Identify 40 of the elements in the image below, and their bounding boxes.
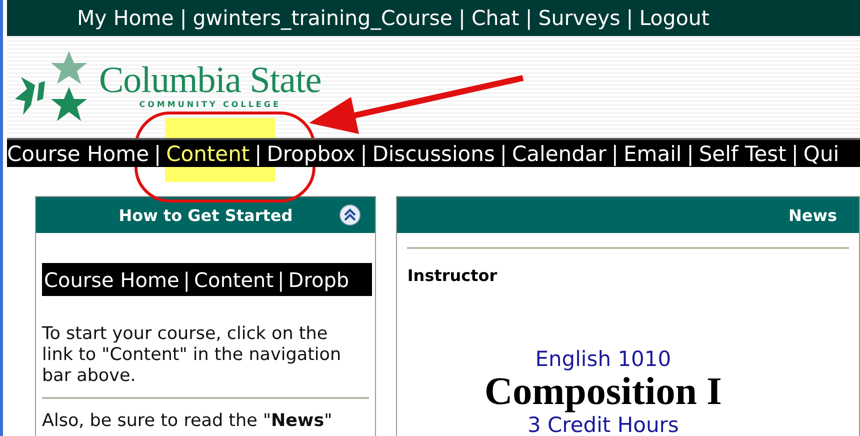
separator: | (154, 142, 162, 166)
panel-title: How to Get Started (118, 206, 293, 224)
separator: | (791, 142, 798, 166)
separator: | (686, 142, 694, 166)
nav-link[interactable]: Calendar (512, 142, 606, 166)
separator: | (254, 142, 262, 166)
top-link[interactable]: Logout (639, 6, 710, 30)
nav-link[interactable]: Email (623, 142, 682, 166)
separator: | (180, 6, 187, 30)
nav-link-image: Content (194, 268, 274, 292)
top-link[interactable]: My Home (77, 6, 174, 30)
course-title: Composition I (484, 371, 722, 413)
separator: | (183, 268, 190, 292)
course-code: English 1010 (535, 347, 672, 371)
separator: | (525, 6, 532, 30)
nav-link[interactable]: Content (166, 142, 250, 166)
nav-link-image: Dropb (288, 268, 350, 292)
separator: | (278, 268, 284, 292)
instructor-heading: Instructor (407, 266, 498, 285)
nav-link[interactable]: Course Home (7, 142, 150, 166)
separator: | (458, 6, 466, 30)
nav-link[interactable]: Self Test (698, 142, 786, 166)
nav-link[interactable]: Qui (803, 142, 840, 166)
logo-name: Columbia State (99, 62, 322, 100)
panel-title: News (788, 206, 837, 224)
logo-tagline: COMMUNITY COLLEGE (139, 100, 281, 108)
nav-link[interactable]: Discussions (372, 142, 495, 166)
separator: | (360, 142, 368, 166)
separator: | (611, 142, 618, 166)
nav-link-image: Course Home (44, 268, 180, 292)
top-link[interactable]: Surveys (538, 6, 620, 30)
instruction-text: To start your course, click on the link to "Content" in the navigation bar above. (42, 324, 342, 387)
collapse-icon[interactable] (339, 204, 362, 226)
instruction-text: Also, be sure to read the "News" (42, 411, 334, 432)
separator: | (626, 6, 634, 30)
nav-link[interactable]: Dropbox (266, 142, 356, 166)
credit-hours: 3 Credit Hours (527, 413, 679, 436)
separator: | (500, 142, 507, 166)
top-link[interactable]: gwinters_training_Course (192, 6, 453, 30)
top-link[interactable]: Chat (471, 6, 520, 30)
